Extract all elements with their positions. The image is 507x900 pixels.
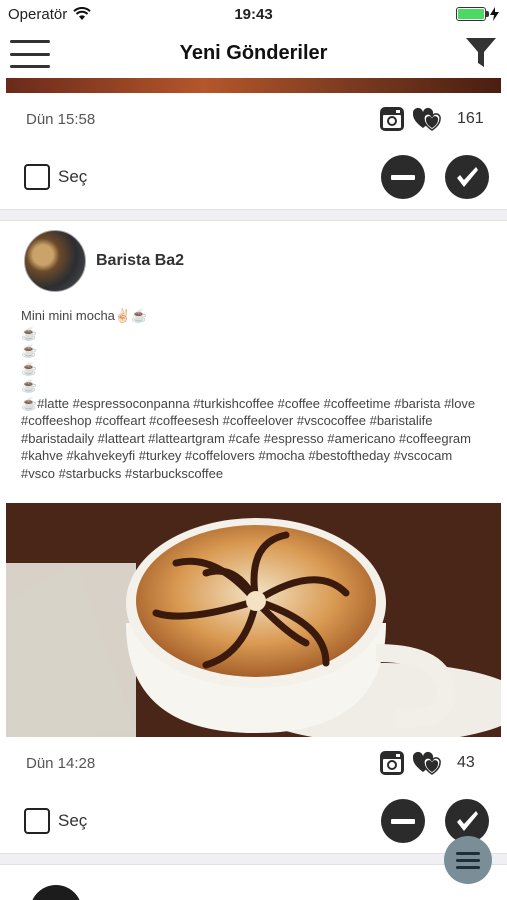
avatar[interactable]: [30, 885, 82, 900]
post-meta-row: Dün 14:28 43: [0, 737, 507, 789]
status-bar: Operatör 19:43: [0, 0, 507, 28]
checkbox-box[interactable]: [24, 164, 50, 190]
instagram-icon: [380, 751, 404, 775]
reject-button[interactable]: [381, 799, 425, 843]
minus-icon: [391, 818, 415, 824]
post-actions: Seç: [0, 789, 507, 853]
posts-feed[interactable]: Dün 15:58 161 Seç Barista Ba2 Mini mini …: [0, 78, 507, 865]
post-caption: Mini mini mocha✌🏻☕ ☕ ☕ ☕ ☕ ☕#latte #espr…: [21, 308, 476, 481]
likes-count: 43: [457, 754, 475, 771]
avatar[interactable]: [24, 230, 86, 292]
filter-icon[interactable]: [465, 36, 497, 70]
carrier-label: Operatör: [8, 5, 68, 23]
navigation-bar: Yeni Gönderiler: [0, 28, 507, 78]
likes-count: 161: [457, 110, 484, 127]
post-actions: Seç: [0, 145, 507, 209]
select-label: Seç: [58, 811, 88, 830]
post-date: Dün 15:58: [26, 110, 96, 128]
select-checkbox[interactable]: Seç: [24, 164, 87, 190]
page-title: Yeni Gönderiler: [179, 41, 328, 64]
likes-hearts-icon: [413, 107, 441, 131]
post-image[interactable]: [6, 503, 501, 737]
minus-icon: [391, 174, 415, 180]
post-image: [6, 78, 501, 93]
wifi-icon: [73, 7, 91, 20]
battery-icon: [456, 7, 489, 21]
charging-bolt-icon: [490, 7, 499, 21]
post-divider: [0, 209, 507, 221]
checkmark-icon: [457, 811, 478, 831]
post-date: Dün 14:28: [26, 754, 96, 772]
author-name[interactable]: Barista Ba2: [96, 252, 184, 270]
instagram-icon: [380, 107, 404, 131]
post-header: Barista Ba2: [0, 221, 507, 301]
post-divider: [0, 853, 507, 865]
likes-hearts-icon: [413, 751, 441, 775]
select-label: Seç: [58, 167, 88, 186]
select-checkbox[interactable]: Seç: [24, 808, 87, 834]
post-meta-row: Dün 15:58 161: [0, 93, 507, 145]
latte-art-image: [6, 503, 501, 737]
reject-button[interactable]: [381, 155, 425, 199]
list-menu-icon[interactable]: [444, 836, 492, 884]
approve-button[interactable]: [445, 155, 489, 199]
checkmark-icon: [457, 167, 478, 187]
checkbox-box[interactable]: [24, 808, 50, 834]
hamburger-icon[interactable]: [10, 40, 50, 68]
